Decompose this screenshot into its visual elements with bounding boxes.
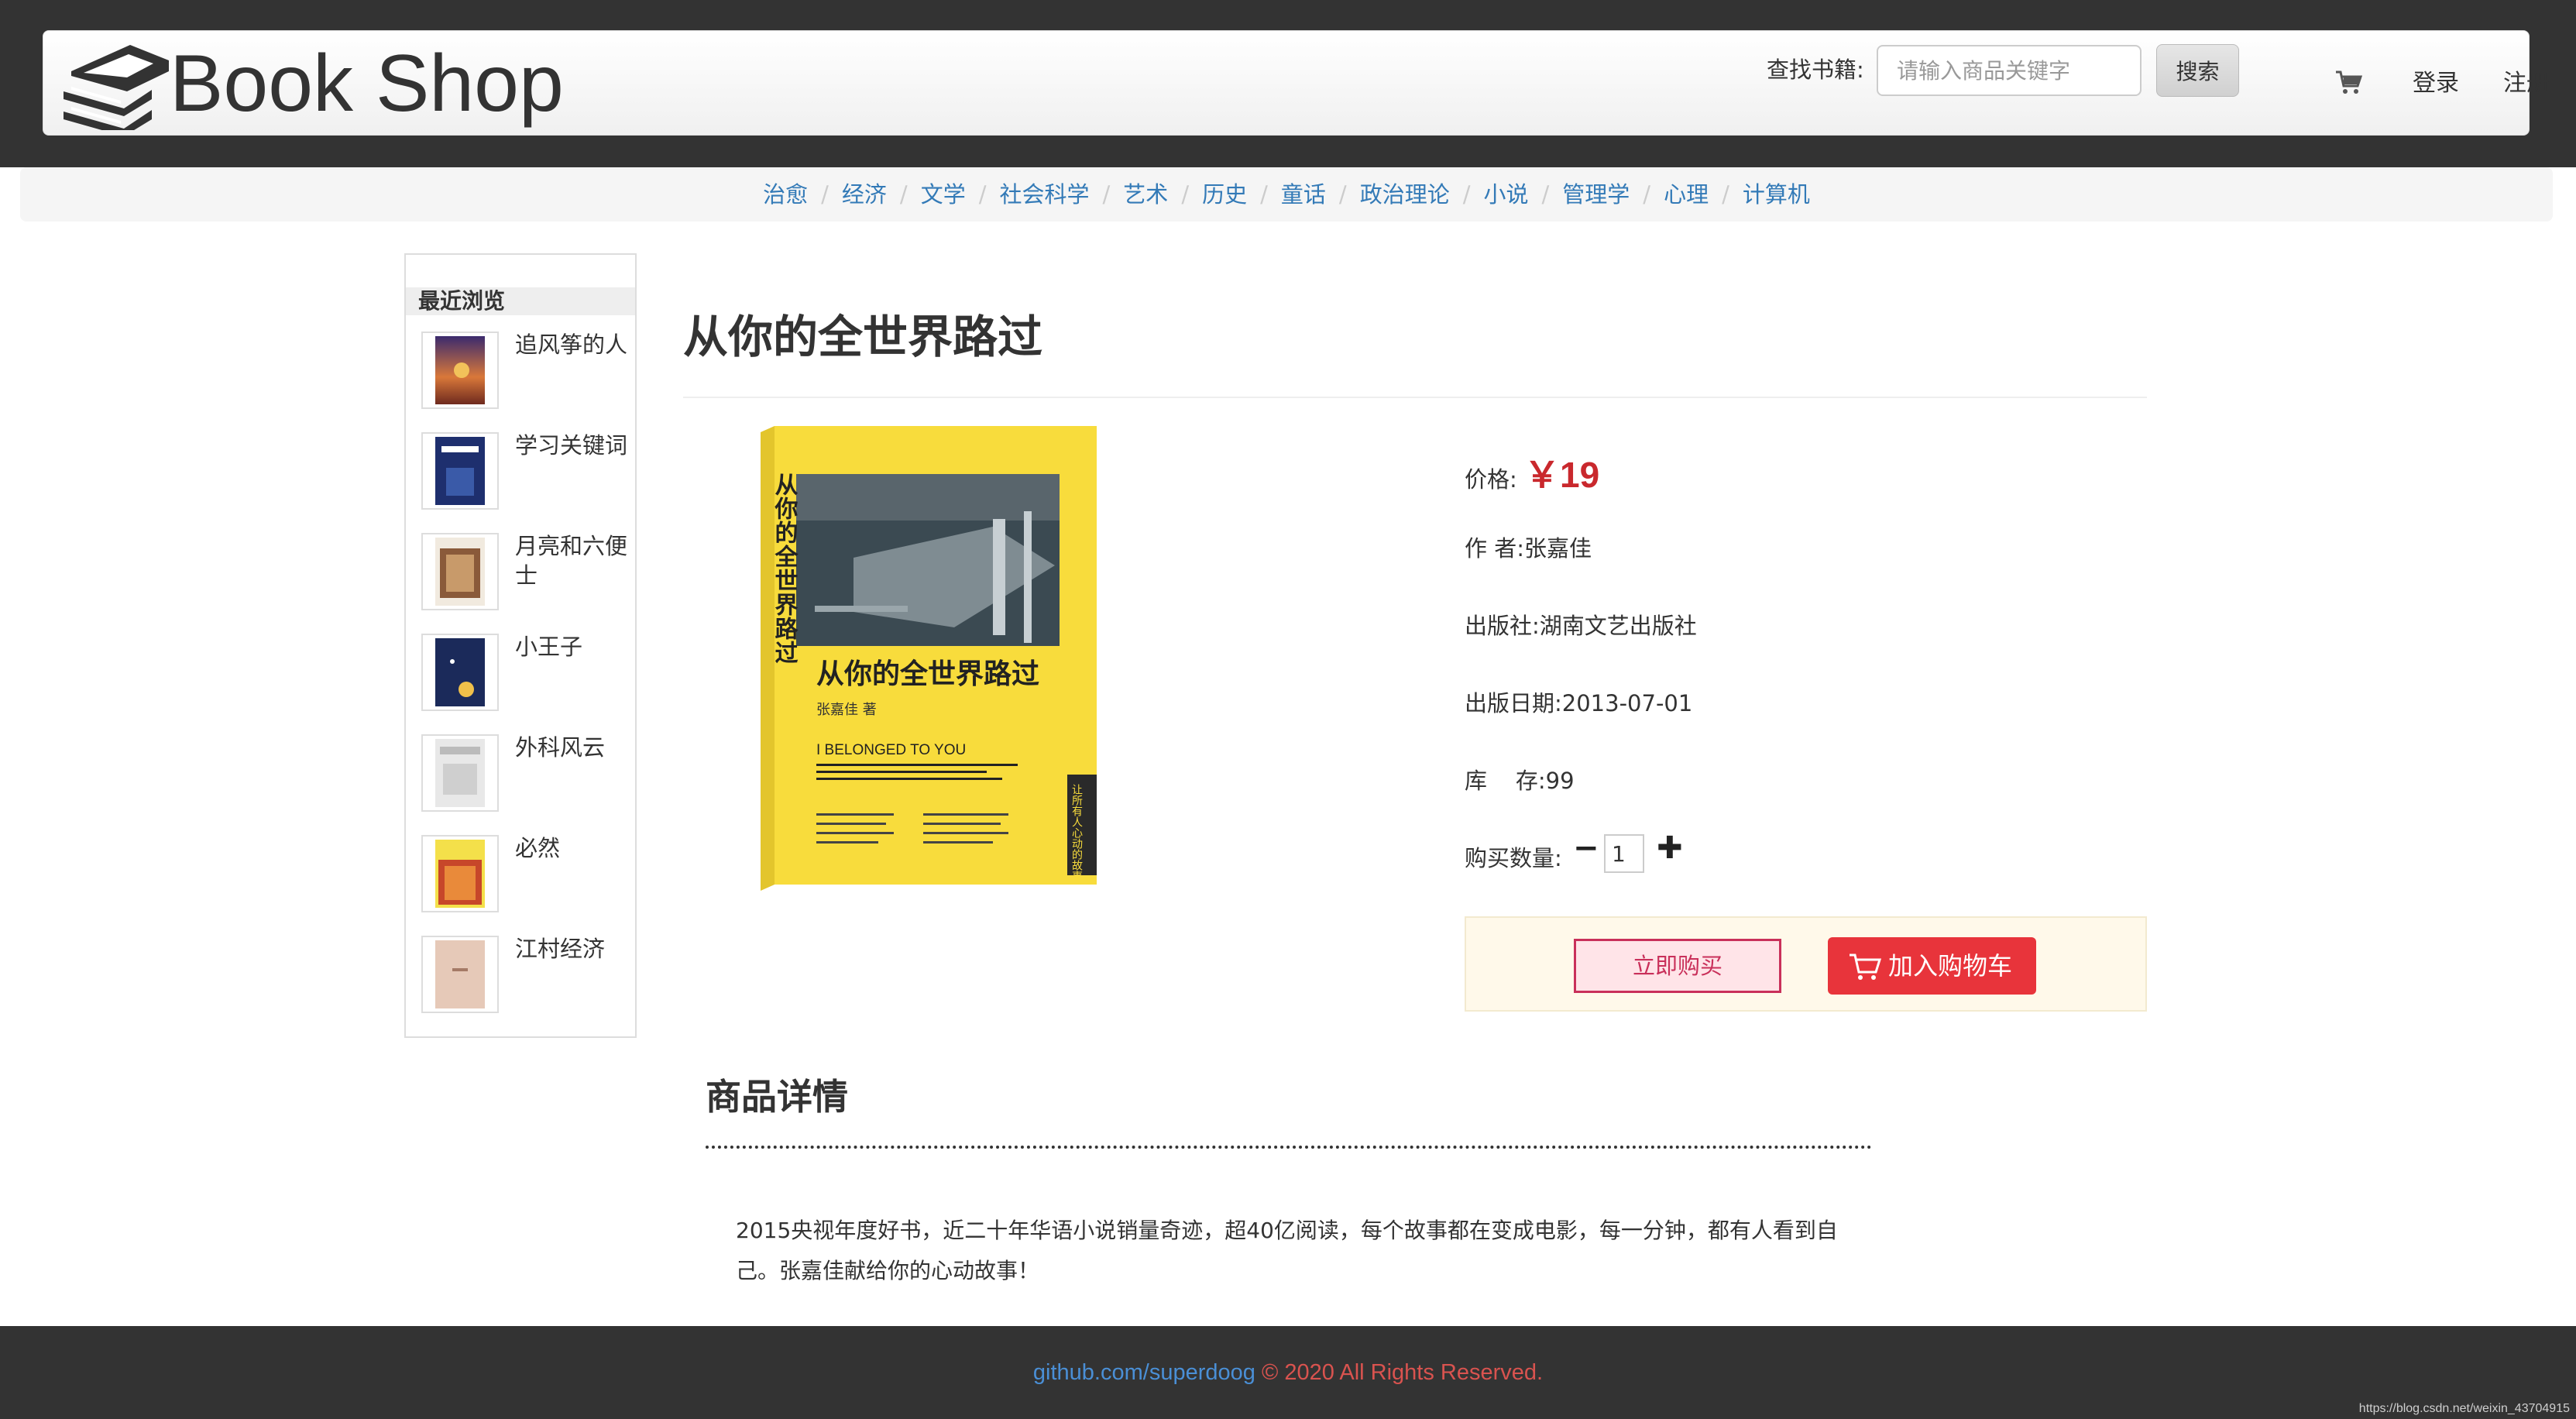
stock-row: 库 存:99 (1465, 763, 1575, 795)
search-input[interactable] (1877, 45, 2142, 96)
recent-item[interactable]: 必然 (406, 835, 635, 920)
recent-item[interactable]: 追风筝的人 (406, 332, 635, 417)
search-button[interactable]: 搜索 (2156, 44, 2239, 97)
recent-item[interactable]: 小王子 (406, 634, 635, 719)
category-separator: / (821, 181, 829, 208)
cover-title: 从你的全世界路过 (816, 658, 1039, 690)
cart-glyph-icon (1850, 953, 1882, 980)
category-link[interactable]: 文学 (921, 181, 966, 208)
title-divider (683, 397, 2147, 398)
recently-viewed-panel: 最近浏览 追风筝的人 学习关键词 月亮和六便士 小王子 外科风云 必然 江村经济 (404, 253, 637, 1038)
category-link[interactable]: 社会科学 (1000, 181, 1090, 208)
recent-item[interactable]: 学习关键词 (406, 432, 635, 517)
category-link[interactable]: 历史 (1202, 181, 1247, 208)
add-to-cart-label: 加入购物车 (1888, 951, 2013, 981)
cart-icon[interactable] (2334, 69, 2364, 97)
footer-line: github.com/superdoog © 2020 All Rights R… (0, 1326, 2576, 1419)
category-separator: / (1643, 181, 1651, 208)
recent-item[interactable]: 江村经济 (406, 936, 635, 1021)
book-thumbnail[interactable] (421, 634, 499, 711)
category-separator: / (1260, 181, 1268, 208)
plus-icon[interactable]: ✚ (1657, 833, 1683, 864)
svg-text:从你的全世界路过: 从你的全世界路过 (771, 472, 799, 665)
author-label: 作 者: (1465, 535, 1524, 562)
recent-item-title[interactable]: 外科风云 (515, 733, 631, 762)
publish-date-label: 出版日期: (1465, 690, 1562, 716)
book-thumbnail[interactable] (421, 432, 499, 510)
recent-item-title[interactable]: 必然 (515, 833, 631, 863)
book-thumbnail[interactable] (421, 835, 499, 912)
price-value: ￥19 (1524, 455, 1600, 495)
product-title: 从你的全世界路过 (683, 311, 1043, 363)
category-separator: / (1462, 181, 1471, 208)
publisher-value: 湖南文艺出版社 (1539, 613, 1697, 639)
recent-item-title[interactable]: 追风筝的人 (515, 330, 631, 359)
author-row: 作 者:张嘉佳 (1465, 531, 1592, 563)
site-title[interactable]: Book Shop (170, 31, 564, 136)
recent-item-title[interactable]: 小王子 (515, 632, 631, 661)
category-separator: / (1102, 181, 1111, 208)
category-link[interactable]: 小说 (1483, 181, 1528, 208)
category-separator: / (978, 181, 987, 208)
minus-icon[interactable]: − (1573, 833, 1599, 864)
recent-item[interactable]: 外科风云 (406, 734, 635, 819)
category-separator: / (1722, 181, 1729, 208)
category-link[interactable]: 计算机 (1743, 181, 1810, 208)
publisher-label: 出版社: (1465, 613, 1540, 639)
category-link[interactable]: 童话 (1281, 181, 1326, 208)
recent-item-title[interactable]: 江村经济 (515, 934, 631, 964)
top-header: Book Shop 查找书籍: 搜索 登录 注册 (0, 0, 2576, 167)
category-link[interactable]: 艺术 (1123, 181, 1168, 208)
copyright-text: © 2020 All Rights Reserved. (1255, 1360, 1544, 1385)
category-separator: / (1541, 181, 1550, 208)
details-divider (706, 1146, 1872, 1149)
category-link[interactable]: 治愈 (763, 181, 808, 208)
category-link[interactable]: 经济 (842, 181, 887, 208)
stock-value: 99 (1545, 768, 1575, 794)
category-link[interactable]: 政治理论 (1360, 181, 1450, 208)
watermark-text: https://blog.csdn.net/weixin_43704915 (2358, 1402, 2570, 1415)
category-separator: / (899, 181, 908, 208)
github-link[interactable]: github.com/superdoog (1033, 1360, 1255, 1385)
category-separator: / (1181, 181, 1190, 208)
cover-author: 张嘉佳 著 (816, 702, 877, 718)
recent-item-title[interactable]: 月亮和六便士 (515, 531, 631, 590)
book-thumbnail[interactable] (421, 533, 499, 610)
category-breadcrumb: 治愈 / 经济 / 文学 / 社会科学 / 艺术 / 历史 / 童话 / 政治理论 / 小说 / 管理学 / 心理 / 计算… (20, 167, 2553, 222)
cover-english: I BELONGED TO YOU (816, 742, 966, 758)
book-thumbnail[interactable] (421, 936, 499, 1013)
stock-label: 库 存: (1465, 768, 1546, 794)
recently-viewed-title: 最近浏览 (406, 287, 635, 315)
publisher-row: 出版社:湖南文艺出版社 (1465, 608, 1697, 641)
author-value: 张嘉佳 (1524, 535, 1592, 562)
purchase-box: 立即购买 加入购物车 (1465, 916, 2147, 1012)
header-panel: Book Shop 查找书籍: 搜索 登录 注册 (43, 30, 2550, 136)
details-heading: 商品详情 (706, 1076, 848, 1118)
quantity-input[interactable] (1604, 834, 1644, 873)
category-link[interactable]: 心理 (1664, 181, 1709, 208)
quantity-label: 购买数量: (1465, 845, 1562, 871)
footer: github.com/superdoog © 2020 All Rights R… (0, 1326, 2576, 1419)
search-label: 查找书籍: (1767, 57, 1864, 83)
book-thumbnail[interactable] (421, 734, 499, 812)
register-link[interactable]: 注册 (2503, 31, 2550, 136)
login-link[interactable]: 登录 (2413, 31, 2459, 136)
category-link[interactable]: 管理学 (1562, 181, 1630, 208)
book-cover-image: 从你的全世界路过 从你的全世界路过 张嘉佳 著 I BELONGED TO YO… (761, 426, 1097, 891)
publish-date-row: 出版日期:2013-07-01 (1465, 685, 1692, 718)
price-row: 价格: ￥19 (1465, 447, 1599, 498)
cover-side-text: 让所有人心动的故事 (1070, 784, 1083, 881)
book-thumbnail[interactable] (421, 332, 499, 409)
add-to-cart-button[interactable]: 加入购物车 (1828, 937, 2036, 995)
price-label: 价格: (1465, 466, 1517, 493)
details-description: 2015央视年度好书，近二十年华语小说销量奇迹，超40亿阅读，每个故事都在变成电… (736, 1218, 1838, 1283)
recent-item-title[interactable]: 学习关键词 (515, 431, 631, 460)
category-separator: / (1338, 181, 1347, 208)
buy-now-button[interactable]: 立即购买 (1574, 939, 1781, 993)
recent-item[interactable]: 月亮和六便士 (406, 533, 635, 618)
publish-date-value: 2013-07-01 (1561, 690, 1693, 716)
